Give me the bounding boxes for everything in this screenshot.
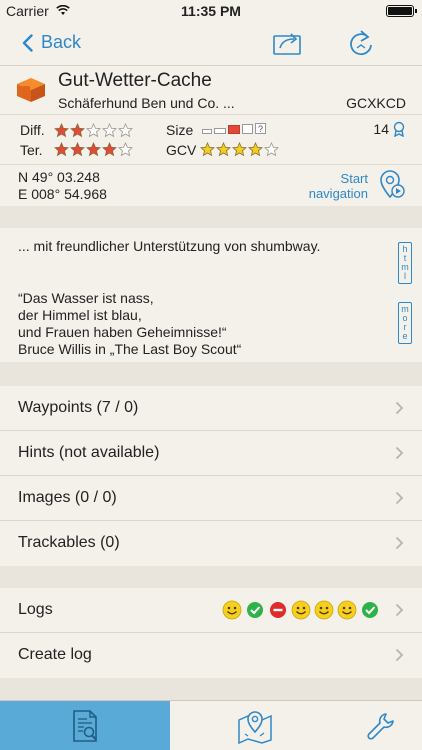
terrain-label: Ter. xyxy=(20,142,43,158)
star-filled-icon xyxy=(70,142,85,157)
favorites-count: 14 xyxy=(373,121,389,137)
waypoints-label: Waypoints (7 / 0) xyxy=(18,399,139,416)
dnf-icon xyxy=(270,602,286,618)
trackables-row[interactable]: Trackables (0) xyxy=(0,521,422,566)
hints-row[interactable]: Hints (not available) xyxy=(0,431,422,476)
star-filled-icon xyxy=(54,142,69,157)
create-log-label: Create log xyxy=(18,646,92,663)
images-row[interactable]: Images (0 / 0) xyxy=(0,476,422,521)
battery-icon xyxy=(386,5,417,17)
chevron-right-icon xyxy=(395,536,404,555)
favorites: 14 xyxy=(373,121,406,137)
html-button[interactable]: html xyxy=(398,242,412,284)
longitude: E 008° 54.968 xyxy=(18,186,107,202)
clock: 11:35 PM xyxy=(181,3,241,19)
chevron-right-icon xyxy=(395,648,404,667)
more-button[interactable]: more xyxy=(398,302,412,344)
difficulty-stars xyxy=(54,123,133,138)
star-empty-icon xyxy=(118,142,133,157)
cache-type-icon xyxy=(14,72,48,111)
description-quote: “Das Wasser ist nass, der Himmel ist bla… xyxy=(18,290,242,357)
smiley-icon xyxy=(314,600,334,620)
trackables-label: Trackables (0) xyxy=(18,534,120,551)
tab-map[interactable] xyxy=(170,701,340,750)
images-label: Images (0 / 0) xyxy=(18,489,117,506)
back-button[interactable]: Back xyxy=(22,32,81,53)
award-ribbon-icon xyxy=(393,121,405,137)
navigation-pin-icon[interactable] xyxy=(378,169,406,206)
logs-label: Logs xyxy=(18,601,53,618)
logs-row[interactable]: Logs xyxy=(0,588,422,633)
star-empty-icon xyxy=(102,123,117,138)
found-check-icon xyxy=(362,602,378,618)
star-empty-icon xyxy=(86,123,101,138)
coordinates-row: N 49° 03.248 E 008° 54.968 Start navigat… xyxy=(0,164,422,206)
size-label: Size xyxy=(166,122,194,138)
navigation-bar: Back xyxy=(0,22,422,66)
latitude: N 49° 03.248 xyxy=(18,169,100,185)
gcv-label: GCV xyxy=(166,142,197,158)
star-empty-icon xyxy=(118,123,133,138)
smiley-icon xyxy=(337,600,357,620)
cache-owner: Schäferhund Ben und Co. ... xyxy=(58,95,235,111)
chevron-right-icon xyxy=(395,446,404,465)
cache-code: GCXKCD xyxy=(346,95,406,111)
star-filled-icon xyxy=(232,142,247,157)
start-navigation-line2: navigation xyxy=(308,186,368,201)
star-filled-icon xyxy=(54,123,69,138)
found-check-icon xyxy=(247,602,263,618)
smiley-icon xyxy=(291,600,311,620)
tab-details[interactable] xyxy=(0,701,170,750)
star-filled-icon xyxy=(248,142,263,157)
start-navigation-link[interactable]: Start navigation xyxy=(309,171,368,201)
cache-ratings: Diff. Ter. Size ? GCV 14 xyxy=(0,114,422,164)
start-navigation-line1: Start xyxy=(340,171,368,186)
map-pin-icon xyxy=(238,711,272,744)
chevron-right-icon xyxy=(395,491,404,510)
star-empty-icon xyxy=(264,142,279,157)
recent-logs xyxy=(222,600,380,620)
tab-bar xyxy=(0,700,422,750)
smiley-icon xyxy=(222,600,242,620)
description-intro: ... mit freundlicher Unterstützung von s… xyxy=(18,238,321,254)
star-filled-icon xyxy=(216,142,231,157)
size-indicator: ? xyxy=(202,123,266,134)
document-search-icon xyxy=(73,710,97,742)
tab-tools[interactable] xyxy=(340,701,422,750)
cache-name: Gut-Wetter-Cache xyxy=(58,70,212,91)
status-bar: Carrier 11:35 PM xyxy=(0,0,422,22)
sections-list: Waypoints (7 / 0) Hints (not available) … xyxy=(0,386,422,566)
star-filled-icon xyxy=(70,123,85,138)
gcv-stars xyxy=(200,142,279,157)
chevron-left-icon xyxy=(22,33,33,52)
hints-label: Hints (not available) xyxy=(18,444,160,461)
terrain-stars xyxy=(54,142,133,157)
share-button[interactable] xyxy=(272,30,304,61)
refresh-icon xyxy=(350,30,372,56)
star-filled-icon xyxy=(86,142,101,157)
cache-description: ... mit freundlicher Unterstützung von s… xyxy=(0,228,422,362)
wrench-icon xyxy=(367,713,394,740)
refresh-button[interactable] xyxy=(347,29,375,64)
chevron-right-icon xyxy=(395,603,404,622)
create-log-row[interactable]: Create log xyxy=(0,633,422,678)
waypoints-row[interactable]: Waypoints (7 / 0) xyxy=(0,386,422,431)
star-filled-icon xyxy=(200,142,215,157)
star-filled-icon xyxy=(102,142,117,157)
logs-list: Logs Create log xyxy=(0,588,422,678)
cache-header: Gut-Wetter-Cache Schäferhund Ben und Co.… xyxy=(0,66,422,114)
chevron-right-icon xyxy=(395,401,404,420)
share-icon xyxy=(273,33,301,55)
back-label: Back xyxy=(41,32,82,52)
difficulty-label: Diff. xyxy=(20,122,45,138)
